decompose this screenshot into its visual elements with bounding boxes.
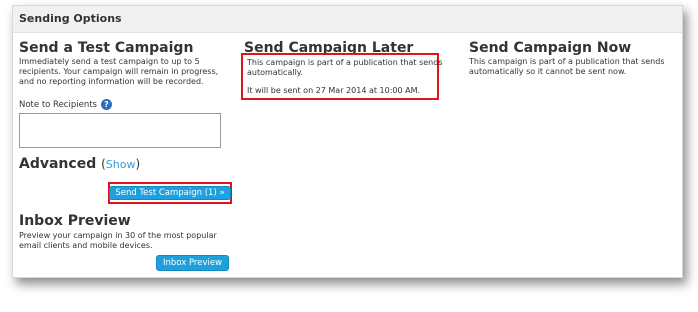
sending-options-panel: Sending Options Send a Test Campaign Imm…: [12, 5, 683, 278]
note-label-row: Note to Recipients ?: [19, 99, 229, 110]
send-test-description: Immediately send a test campaign to up t…: [19, 57, 219, 86]
advanced-label: Advanced: [19, 156, 97, 172]
note-to-recipients-label: Note to Recipients: [19, 99, 97, 110]
send-now-column: Send Campaign Now This campaign is part …: [469, 40, 675, 77]
send-later-schedule: It will be sent on 27 Mar 2014 at 10:00 …: [247, 86, 421, 95]
advanced-heading: Advanced (Show): [19, 156, 229, 172]
panel-title: Sending Options: [13, 6, 682, 33]
inbox-preview-description: Preview your campaign in 30 of the most …: [19, 231, 217, 250]
inbox-preview-button[interactable]: Inbox Preview: [156, 255, 230, 271]
send-later-text: This campaign is part of a publication t…: [244, 58, 449, 96]
send-now-heading: Send Campaign Now: [469, 40, 632, 56]
show-advanced-link[interactable]: Show: [106, 158, 136, 171]
note-to-recipients-field[interactable]: [19, 113, 221, 148]
inbox-preview-heading: Inbox Preview: [19, 213, 131, 229]
send-test-column: Send a Test Campaign Immediately send a …: [19, 40, 232, 271]
advanced-close-paren: ): [135, 157, 141, 171]
send-test-campaign-button[interactable]: Send Test Campaign (1) »: [109, 186, 231, 200]
send-later-column: Send Campaign Later This campaign is par…: [241, 40, 449, 100]
help-icon[interactable]: ?: [100, 99, 112, 110]
send-test-heading: Send a Test Campaign: [19, 40, 194, 56]
send-test-highlight: Send Test Campaign (1) »: [108, 182, 232, 204]
send-now-description: This campaign is part of a publication t…: [469, 57, 665, 76]
send-later-line1: This campaign is part of a publication t…: [247, 58, 443, 77]
